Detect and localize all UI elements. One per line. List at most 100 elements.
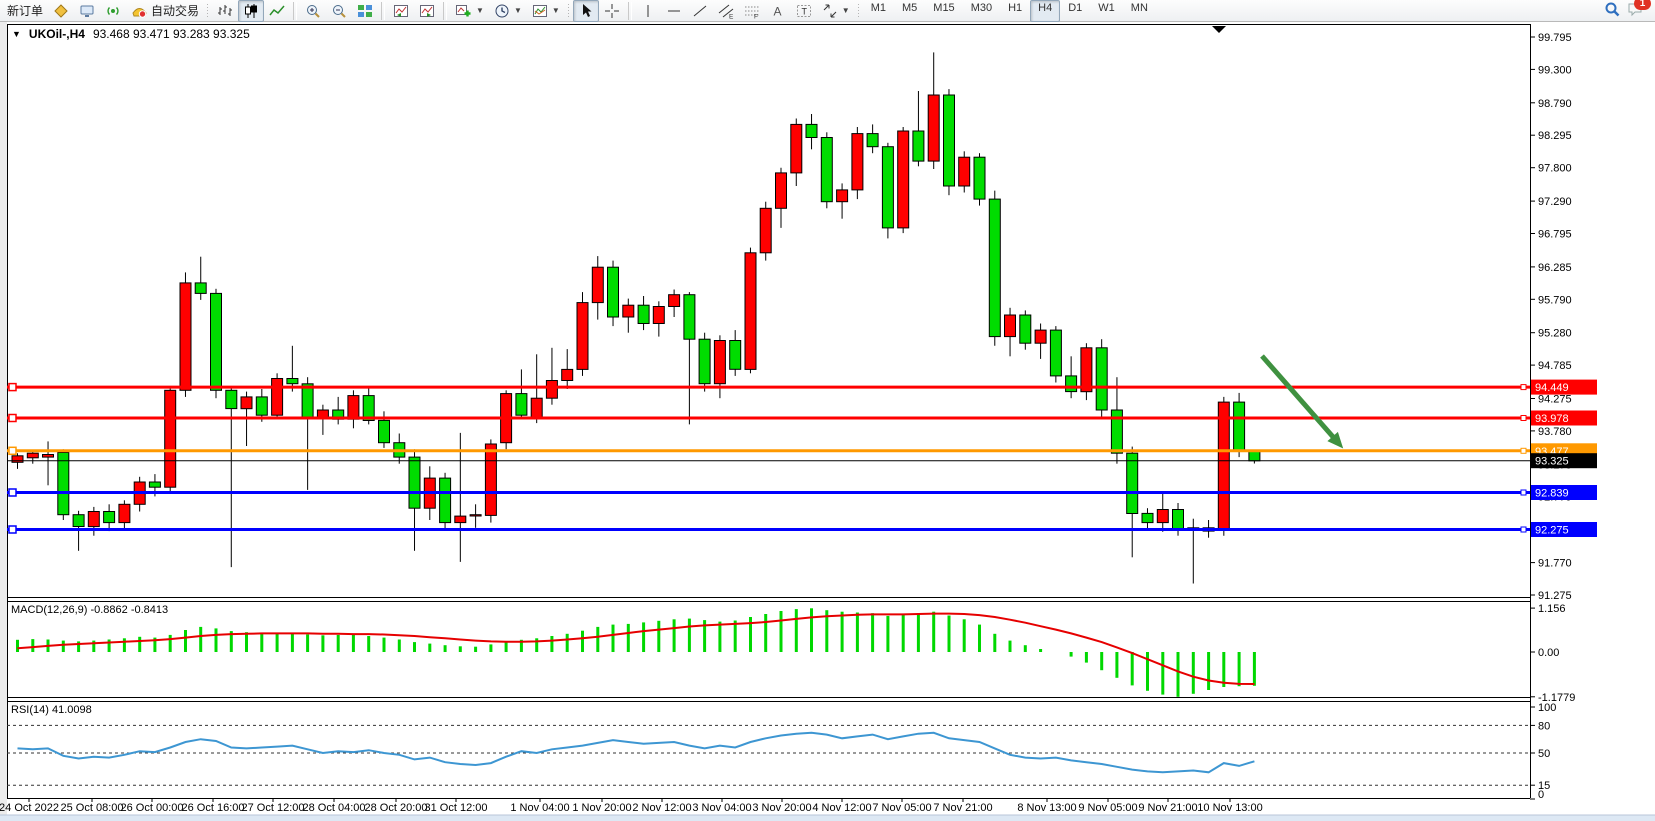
candle [577, 303, 588, 370]
zoom-in-icon [305, 3, 321, 19]
chart-canvas[interactable]: 99.79599.30098.79098.29597.80097.29096.7… [0, 22, 1655, 821]
rsi-label: RSI(14) 41.0098 [11, 704, 92, 716]
terminal-button[interactable] [74, 0, 100, 22]
macd-bar [474, 647, 477, 652]
macd-bar [657, 621, 660, 652]
candle [43, 455, 54, 458]
arrows-icon [822, 3, 838, 19]
macd-bar [276, 634, 279, 652]
trendline-button[interactable] [687, 0, 713, 22]
candle [1249, 451, 1260, 460]
profile-back-button[interactable] [388, 0, 414, 22]
macd-bar [1024, 645, 1027, 652]
text-button[interactable]: A [765, 0, 791, 22]
timeframe-m15[interactable]: M15 [925, 0, 962, 22]
macd-bar [352, 635, 355, 653]
cursor-button[interactable] [573, 0, 599, 22]
time-tick-label: 4 Nov 12:00 [812, 802, 871, 814]
price-tick-label: 98.295 [1538, 130, 1572, 142]
svg-text:F: F [754, 13, 758, 19]
gold-icon-button[interactable] [48, 0, 74, 22]
hline-handle[interactable] [9, 384, 16, 391]
toolbar-separator [381, 2, 385, 20]
tile-windows-button[interactable] [352, 0, 378, 22]
candle [898, 131, 909, 228]
svg-text:93.978: 93.978 [1535, 413, 1569, 425]
rsi-tick-label: 0 [1538, 789, 1544, 801]
tile-windows-icon [357, 3, 373, 19]
price-line-label: 93.325 [1531, 453, 1597, 468]
symbol-dropdown-icon[interactable]: ▼ [12, 29, 21, 39]
line-chart-button[interactable] [264, 0, 290, 22]
bar-chart-button[interactable] [212, 0, 238, 22]
hline-handle[interactable] [9, 415, 16, 422]
search-icon[interactable] [1603, 0, 1621, 21]
price-tick-label: 95.280 [1538, 328, 1572, 340]
candle [928, 95, 939, 161]
macd-bar [1131, 652, 1134, 685]
price-tick-label: 98.790 [1538, 98, 1572, 110]
svg-text:92.839: 92.839 [1535, 488, 1569, 500]
candle [256, 397, 267, 415]
candlestick-chart-button[interactable] [238, 0, 264, 22]
fibonacci-button[interactable]: F [739, 0, 765, 22]
candle [791, 124, 802, 172]
label-button[interactable]: T [791, 0, 817, 22]
chat-button[interactable]: 1 [1627, 1, 1645, 20]
candle [699, 339, 710, 384]
macd-bar [886, 616, 889, 652]
horizontal-line-button[interactable] [661, 0, 687, 22]
arrows-button[interactable]: ▼ [817, 0, 855, 22]
candle [119, 504, 130, 522]
channel-button[interactable]: E [713, 0, 739, 22]
candle [1234, 402, 1245, 451]
crosshair-button[interactable] [599, 0, 625, 22]
timeframe-m30[interactable]: M30 [963, 0, 1000, 22]
macd-bar [871, 613, 874, 652]
macd-bar [841, 612, 844, 652]
macd-bar [169, 635, 172, 652]
timeframe-m1[interactable]: M1 [863, 0, 894, 22]
macd-bar [383, 638, 386, 652]
profile-next-button[interactable] [414, 0, 440, 22]
candle [1081, 348, 1092, 392]
macd-bar [138, 637, 141, 652]
signal-button[interactable] [100, 0, 126, 22]
hline-handle[interactable] [9, 526, 16, 533]
zoom-out-button[interactable] [326, 0, 352, 22]
candle [287, 379, 298, 384]
candle [1173, 510, 1184, 531]
auto-trading-button[interactable]: 自动交易 [126, 0, 204, 22]
timeframe-w1[interactable]: W1 [1090, 0, 1123, 22]
vertical-line-button[interactable] [635, 0, 661, 22]
candle [104, 512, 115, 523]
candle [211, 293, 222, 390]
templates-button[interactable]: ▼ [527, 0, 565, 22]
macd-bar [612, 625, 615, 652]
indicators-button[interactable]: ▼ [450, 0, 489, 22]
macd-bar [428, 644, 431, 652]
candle [180, 283, 191, 390]
time-tick-label: 7 Nov 05:00 [872, 802, 931, 814]
timeframe-m5[interactable]: M5 [894, 0, 925, 22]
macd-bar [1115, 652, 1118, 678]
timeframe-h1[interactable]: H1 [1000, 0, 1030, 22]
periods-button[interactable]: ▼ [489, 0, 527, 22]
timeframe-d1[interactable]: D1 [1060, 0, 1090, 22]
candle [821, 138, 832, 202]
periods-icon [494, 3, 510, 19]
candle [546, 381, 557, 399]
candle [348, 396, 359, 420]
timeframe-h4[interactable]: H4 [1030, 0, 1060, 22]
hline-handle[interactable] [9, 489, 16, 496]
new-order-button[interactable]: 新订单 [2, 0, 48, 22]
timeframe-mn[interactable]: MN [1123, 0, 1156, 22]
window-left-edge [0, 22, 7, 821]
terminal-icon [79, 3, 95, 19]
macd-bar [917, 613, 920, 652]
zoom-in-button[interactable] [300, 0, 326, 22]
price-tick-label: 97.800 [1538, 163, 1572, 175]
hline-handle[interactable] [9, 447, 16, 454]
price-tick-label: 94.785 [1538, 360, 1572, 372]
macd-bar [810, 608, 813, 652]
